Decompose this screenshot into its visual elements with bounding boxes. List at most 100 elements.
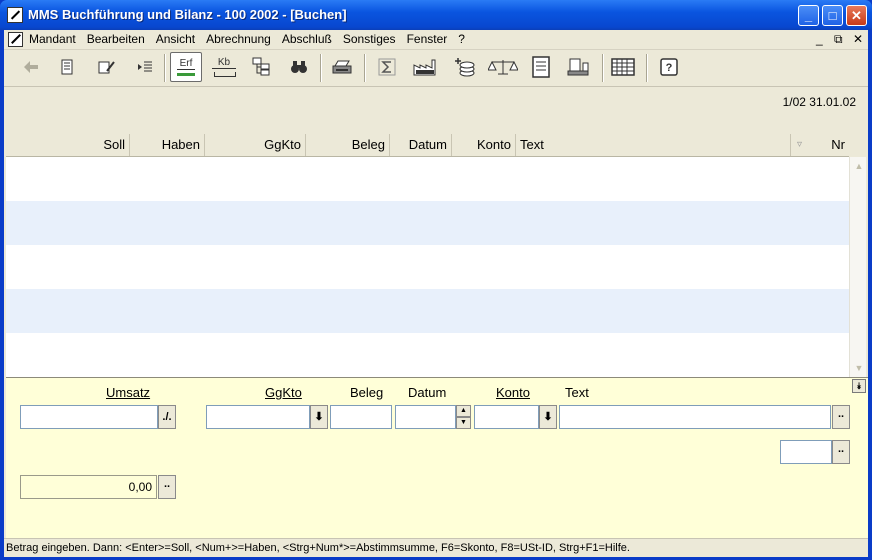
ggkto-label-text: GgKto (265, 385, 302, 400)
beleg-input[interactable] (330, 405, 392, 429)
toolbar-separator (646, 54, 648, 82)
menu-bearbeiten[interactable]: Bearbeiten (87, 32, 145, 46)
sort-indicator: ▿ (797, 139, 803, 150)
kb-mode-button[interactable]: Kb (208, 52, 240, 82)
datum-input[interactable] (395, 405, 456, 429)
toolbar-separator (364, 54, 366, 82)
kb-label: Kb (212, 57, 236, 69)
kb-bar (214, 71, 236, 77)
datum-spinner[interactable]: ▲ ▼ (456, 405, 471, 429)
grid-vertical-scrollbar[interactable]: ▲ ▼ (849, 157, 866, 377)
konto-input[interactable] (474, 405, 539, 429)
toolbar: Erf Kb ? (4, 50, 868, 87)
menu-sonstiges[interactable]: Sonstiges (343, 32, 396, 46)
period-indicator: 1/02 31.01.02 (782, 95, 856, 109)
konto-label: Konto (496, 385, 530, 400)
text-input[interactable] (559, 405, 831, 429)
erf-label: Erf (176, 58, 196, 70)
table-row[interactable] (6, 333, 849, 377)
sign-toggle-button[interactable]: ./. (158, 405, 176, 429)
mdi-minimize-button[interactable]: _ (816, 32, 823, 46)
insert-row-icon[interactable] (130, 52, 160, 82)
menu-help[interactable]: ? (458, 32, 465, 46)
application-window: MMS Buchführung und Bilanz - 100 2002 - … (0, 0, 872, 560)
ggkto-input[interactable] (206, 405, 310, 429)
text-label: Text (565, 385, 589, 400)
konto-label-text: Konto (496, 385, 530, 400)
accounts-icon[interactable] (564, 52, 594, 82)
toolbar-separator (320, 54, 322, 82)
coins-icon[interactable] (450, 52, 480, 82)
scroll-down-icon[interactable]: ▼ (852, 361, 866, 375)
nr-input[interactable] (780, 440, 832, 464)
document-list-icon[interactable] (52, 52, 82, 82)
menu-bar: Mandant Bearbeiten Ansicht Abrechnung Ab… (4, 30, 868, 50)
minimize-button[interactable]: _ (798, 5, 819, 26)
col-ggkto[interactable]: GgKto (205, 134, 306, 156)
umsatz-label: Umsatz (106, 385, 150, 400)
col-nr[interactable]: ▿ Nr (791, 134, 849, 156)
svg-text:?: ? (666, 62, 673, 74)
table-row[interactable] (6, 201, 849, 245)
table-row[interactable] (6, 157, 849, 201)
col-beleg[interactable]: Beleg (306, 134, 390, 156)
window-title: MMS Buchführung und Bilanz - 100 2002 - … (28, 7, 347, 22)
status-bar: Betrag eingeben. Dann: <Enter>=Soll, <Nu… (4, 538, 868, 557)
nr-lookup-button[interactable]: .. (832, 440, 850, 464)
back-arrow-icon[interactable] (16, 52, 46, 82)
sum-icon[interactable] (372, 52, 402, 82)
table-row[interactable] (6, 289, 849, 333)
collapse-form-button[interactable]: ⯯ (852, 379, 866, 393)
printer-icon[interactable] (328, 52, 358, 82)
calendar-icon[interactable] (608, 52, 638, 82)
journal-grid-header: Soll Haben GgKto Beleg Datum Konto Text … (6, 134, 849, 157)
period-info-bar: 1/02 31.01.02 (4, 87, 868, 133)
journal-grid-body (6, 157, 849, 377)
toolbar-separator (164, 54, 166, 82)
tree-structure-icon[interactable] (248, 52, 278, 82)
ledger-book-icon[interactable] (526, 52, 556, 82)
balance-scale-icon[interactable] (488, 52, 518, 82)
beleg-label: Beleg (350, 385, 384, 400)
menu-abrechnung[interactable]: Abrechnung (206, 32, 271, 46)
umsatz-input[interactable] (20, 405, 158, 429)
erf-mode-button[interactable]: Erf (170, 52, 202, 82)
ggkto-label: GgKto (265, 385, 302, 400)
col-text[interactable]: Text (516, 134, 791, 156)
col-haben[interactable]: Haben (130, 134, 205, 156)
menu-fenster[interactable]: Fenster (407, 32, 448, 46)
status-text: Betrag eingeben. Dann: <Enter>=Soll, <Nu… (6, 542, 630, 554)
scroll-up-icon[interactable]: ▲ (852, 159, 866, 173)
menu-abschluss[interactable]: Abschluß (282, 32, 332, 46)
col-nr-label: Nr (831, 137, 845, 152)
title-bar[interactable]: MMS Buchführung und Bilanz - 100 2002 - … (0, 0, 872, 30)
factory-icon[interactable] (410, 52, 440, 82)
spin-up-icon[interactable]: ▲ (456, 405, 471, 417)
menu-ansicht[interactable]: Ansicht (156, 32, 195, 46)
balance-lookup-button[interactable]: .. (158, 475, 176, 499)
help-icon[interactable]: ? (654, 52, 684, 82)
close-button[interactable]: ✕ (846, 5, 867, 26)
edit-pencil-icon[interactable] (92, 52, 122, 82)
col-konto[interactable]: Konto (452, 134, 516, 156)
binoculars-icon[interactable] (284, 52, 314, 82)
col-datum[interactable]: Datum (390, 134, 452, 156)
table-row[interactable] (6, 245, 849, 289)
balance-field: 0,00 (20, 475, 157, 499)
mdi-restore-button[interactable]: ⧉ (834, 32, 843, 47)
konto-dropdown-button[interactable]: ⬇ (539, 405, 557, 429)
col-soll[interactable]: Soll (6, 134, 130, 156)
mdi-close-button[interactable]: ✕ (853, 32, 863, 46)
ggkto-dropdown-button[interactable]: ⬇ (310, 405, 328, 429)
datum-label: Datum (408, 385, 447, 400)
maximize-button[interactable]: □ (822, 5, 843, 26)
document-icon[interactable] (8, 32, 23, 47)
menu-mandant[interactable]: Mandant (29, 32, 76, 46)
spin-down-icon[interactable]: ▼ (456, 417, 471, 429)
client-area: Mandant Bearbeiten Ansicht Abrechnung Ab… (4, 30, 868, 557)
text-lookup-button[interactable]: .. (832, 405, 850, 429)
umsatz-label-text: Umsatz (106, 385, 151, 400)
booking-entry-form: ⯯ Umsatz GgKto Beleg Datum Konto Text ./… (6, 377, 868, 539)
app-icon[interactable] (7, 7, 23, 23)
toolbar-separator (602, 54, 604, 82)
